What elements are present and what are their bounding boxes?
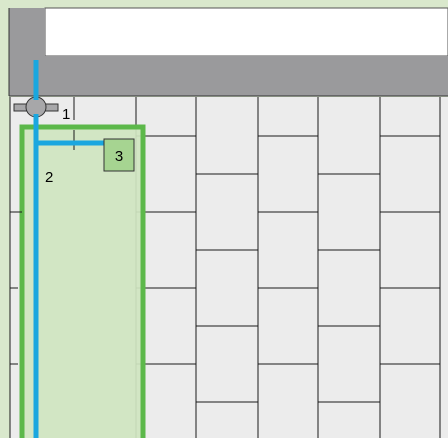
diagram-canvas: 1 2 3 (0, 0, 448, 438)
marker-label-1: 1 (62, 106, 70, 123)
marker-box-3: 3 (103, 138, 135, 172)
highlight-zone (19, 124, 146, 438)
marker-label-2: 2 (45, 169, 53, 186)
floor-plan-diagram: 1 2 3 (0, 0, 448, 438)
marker-label-3: 3 (115, 148, 123, 165)
room-area (44, 7, 448, 57)
